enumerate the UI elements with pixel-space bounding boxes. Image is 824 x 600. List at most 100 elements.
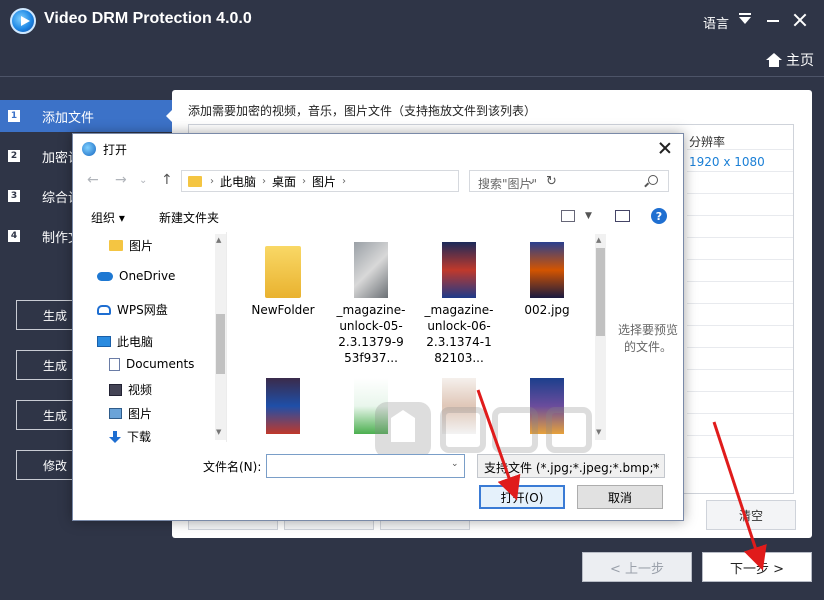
view-mode-icon[interactable] xyxy=(561,210,575,222)
row-divider xyxy=(687,413,793,414)
nav-item-documents[interactable]: Documents xyxy=(109,357,194,371)
scrollbar-thumb[interactable] xyxy=(216,314,225,374)
dialog-app-icon xyxy=(82,142,96,156)
nav-item-label: 视频 xyxy=(128,383,153,397)
file-name: _magazine-unlock-06-2.3.1374-182103... xyxy=(424,303,494,365)
image-thumbnail xyxy=(354,242,388,298)
preview-hint: 选择要预览的文件。 xyxy=(617,323,678,354)
nav-item-this-pc[interactable]: 此电脑 xyxy=(97,333,153,350)
file-type-dropdown-icon[interactable]: ⌄ xyxy=(651,459,659,469)
scroll-up-icon[interactable]: ▲ xyxy=(216,236,221,244)
scrollbar-thumb[interactable] xyxy=(596,248,605,336)
row-divider xyxy=(687,149,793,150)
help-icon[interactable]: ? xyxy=(651,208,667,224)
row-divider xyxy=(687,215,793,216)
chevron-right-icon: › xyxy=(342,175,347,187)
up-arrow-icon[interactable]: ↑ xyxy=(161,172,173,188)
home-label: 主页 xyxy=(786,53,814,69)
row-divider xyxy=(687,259,793,260)
nav-item-label: 图片 xyxy=(128,407,153,421)
nav-item-pictures-2[interactable]: 图片 xyxy=(109,405,152,422)
new-folder-button[interactable]: 新建文件夹 xyxy=(159,209,219,226)
computer-icon xyxy=(97,336,111,347)
nav-item-pictures[interactable]: 图片 xyxy=(109,237,153,254)
dialog-title: 打开 xyxy=(103,143,128,157)
breadcrumb-desktop[interactable]: 桌面 xyxy=(272,173,296,190)
dropdown-menu-icon[interactable] xyxy=(739,13,751,24)
navigation-pane: 图片 OneDrive WPS网盘 此电脑 Documents 视频 图片 下载 xyxy=(87,232,227,445)
file-name: 002.jpg xyxy=(524,303,570,317)
nav-item-label: OneDrive xyxy=(119,269,176,283)
search-icon[interactable] xyxy=(648,175,658,185)
file-item-folder[interactable]: NewFolder xyxy=(248,246,318,318)
nav-item-label: 下载 xyxy=(127,430,152,444)
file-item-image[interactable] xyxy=(248,378,318,438)
folder-icon xyxy=(265,246,301,298)
column-header-resolution: 分辨率 xyxy=(689,135,726,149)
breadcrumb-this-pc[interactable]: 此电脑 xyxy=(220,173,256,190)
app-window: Video DRM Protection 4.0.0 语言 主页 1 添加文件 … xyxy=(0,0,824,600)
row-divider xyxy=(687,391,793,392)
file-item-image[interactable]: 002.jpg xyxy=(512,242,582,318)
minimize-icon[interactable] xyxy=(767,20,779,22)
step-label: 添加文件 xyxy=(42,110,95,126)
file-item-image[interactable]: _magazine-unlock-05-2.3.1379-953f937... xyxy=(336,242,406,366)
app-logo-icon xyxy=(10,8,36,34)
scroll-down-icon[interactable]: ▼ xyxy=(216,428,221,436)
recent-dropdown-icon[interactable]: ⌄ xyxy=(139,175,147,186)
onedrive-icon xyxy=(97,271,113,281)
row-divider xyxy=(687,435,793,436)
folder-icon xyxy=(188,175,202,187)
step-number: 4 xyxy=(8,230,20,242)
breadcrumb-pictures[interactable]: 图片 xyxy=(312,173,336,190)
row-divider xyxy=(687,171,793,172)
close-window-icon[interactable] xyxy=(792,12,808,28)
file-item-image[interactable]: _magazine-unlock-06-2.3.1374-182103... xyxy=(424,242,494,366)
app-title: Video DRM Protection 4.0.0 xyxy=(44,10,252,27)
nav-item-videos[interactable]: 视频 xyxy=(109,381,152,398)
cancel-button[interactable]: 取消 xyxy=(577,485,663,509)
next-step-button[interactable]: 下一步 > xyxy=(702,552,812,582)
filename-label: 文件名(N): xyxy=(203,460,262,474)
file-name: _magazine-unlock-05-2.3.1379-953f937... xyxy=(336,303,406,365)
home-button[interactable]: 主页 xyxy=(766,50,814,70)
row-divider xyxy=(687,325,793,326)
forward-arrow-icon[interactable]: → xyxy=(115,172,127,188)
filename-input[interactable] xyxy=(266,454,465,478)
nav-pane-scrollbar[interactable]: ▲ ▼ xyxy=(215,234,226,440)
dialog-close-icon[interactable] xyxy=(659,142,671,154)
row-divider xyxy=(687,193,793,194)
cell-resolution: 1920 x 1080 xyxy=(689,155,765,169)
nav-item-label: 此电脑 xyxy=(117,335,154,349)
file-name: NewFolder xyxy=(251,303,315,317)
nav-item-label: WPS网盘 xyxy=(117,303,168,317)
language-menu[interactable]: 语言 xyxy=(703,13,729,32)
row-divider xyxy=(687,457,793,458)
image-thumbnail xyxy=(442,242,476,298)
clear-button[interactable]: 清空 xyxy=(706,500,796,530)
document-icon xyxy=(109,357,120,371)
row-divider xyxy=(687,281,793,282)
scroll-up-icon[interactable]: ▲ xyxy=(596,236,601,244)
organize-menu[interactable]: 组织 ▾ xyxy=(91,209,125,226)
back-arrow-icon[interactable]: ← xyxy=(87,172,99,188)
nav-item-onedrive[interactable]: OneDrive xyxy=(97,269,175,283)
view-dropdown-icon[interactable]: ▼ xyxy=(585,211,592,221)
nav-item-wps[interactable]: WPS网盘 xyxy=(97,301,168,318)
chevron-right-icon: › xyxy=(302,175,307,187)
video-folder-icon xyxy=(109,383,122,396)
step-number: 1 xyxy=(8,110,20,122)
preview-pane-icon[interactable] xyxy=(615,210,630,222)
address-bar[interactable]: › 此电脑 › 桌面 › 图片 › ⌄ ↻ xyxy=(181,170,557,192)
image-thumbnail xyxy=(530,242,564,298)
sidebar-step-add-files[interactable]: 1 添加文件 xyxy=(0,100,172,132)
nav-item-downloads[interactable]: 下载 xyxy=(109,428,151,445)
previous-step-button[interactable]: < 上一步 xyxy=(582,552,692,582)
filename-dropdown-icon[interactable]: ⌄ xyxy=(451,459,459,469)
search-input[interactable]: 搜索"图片" xyxy=(469,170,669,192)
open-button[interactable]: 打开(O) xyxy=(479,485,565,509)
divider xyxy=(0,76,824,77)
chevron-right-icon: › xyxy=(210,175,214,187)
step-number: 3 xyxy=(8,190,20,202)
file-type-select[interactable]: 支持文件 (*.jpg;*.jpeg;*.bmp;* xyxy=(477,454,665,478)
